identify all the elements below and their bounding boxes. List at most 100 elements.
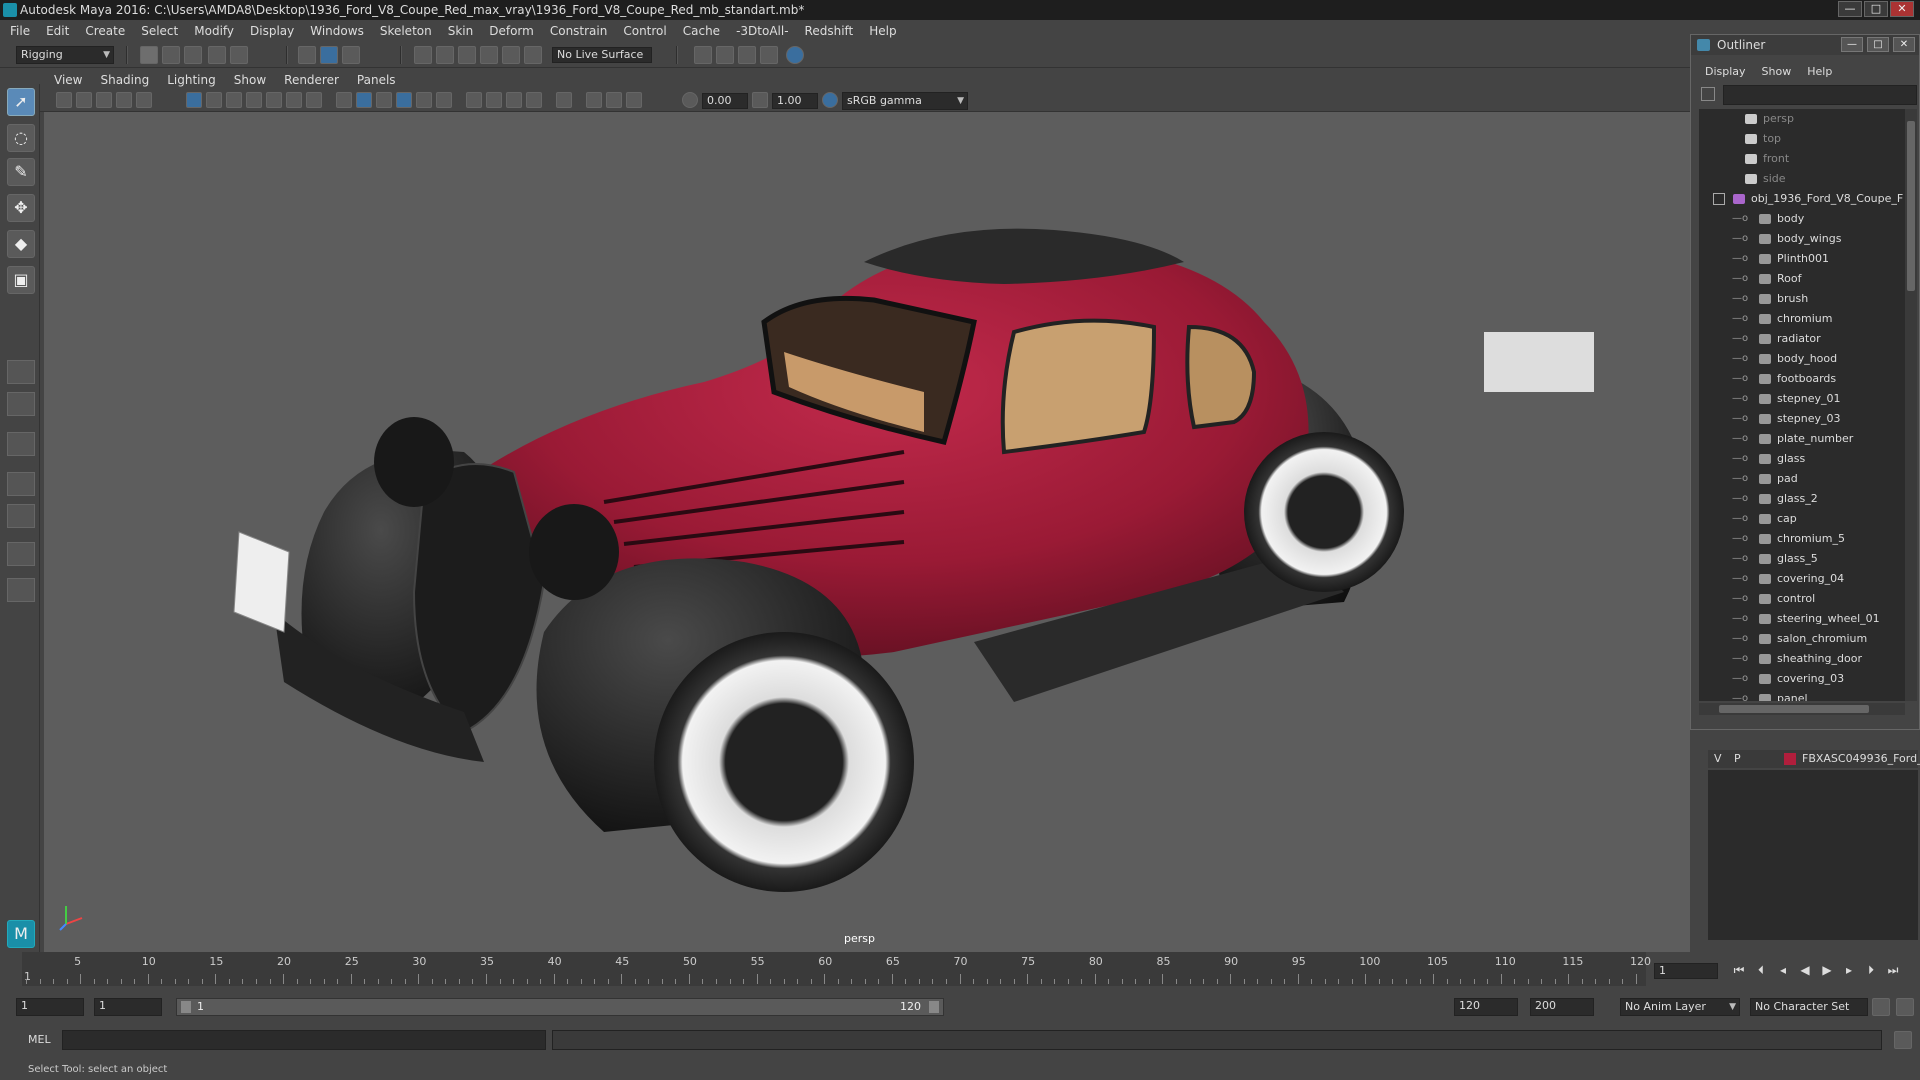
scale-tool-icon[interactable]: ▣ bbox=[7, 266, 35, 294]
menu-control[interactable]: Control bbox=[623, 24, 666, 38]
scroll-thumb[interactable] bbox=[1907, 121, 1915, 291]
gamma-field[interactable]: 1.00 bbox=[772, 93, 818, 109]
save-scene-icon[interactable] bbox=[184, 46, 202, 64]
outliner-item[interactable]: —o brush bbox=[1699, 289, 1905, 309]
outliner-item[interactable]: —o glass bbox=[1699, 449, 1905, 469]
hypershade-layout-icon[interactable] bbox=[7, 504, 35, 528]
menu-display[interactable]: Display bbox=[250, 24, 294, 38]
render-frame-icon[interactable] bbox=[716, 46, 734, 64]
exposure-icon[interactable] bbox=[682, 92, 698, 108]
hypershade-icon[interactable] bbox=[786, 46, 804, 64]
display-layer-row[interactable]: V P FBXASC049936_Ford_V bbox=[1708, 750, 1920, 768]
view-transform-dropdown[interactable]: sRGB gamma ▼ bbox=[842, 92, 968, 110]
rotate-tool-icon[interactable]: ◆ bbox=[7, 230, 35, 258]
outliner-item[interactable]: —o Plinth001 bbox=[1699, 249, 1905, 269]
outliner-item[interactable]: —o covering_03 bbox=[1699, 669, 1905, 689]
outliner-item[interactable]: —o glass_2 bbox=[1699, 489, 1905, 509]
menu-help[interactable]: Help bbox=[869, 24, 896, 38]
close-button[interactable]: ✕ bbox=[1890, 1, 1914, 17]
layer-playback-toggle[interactable]: P bbox=[1734, 752, 1741, 765]
playback-start-field[interactable]: 1 bbox=[94, 998, 162, 1016]
panel-menu-renderer[interactable]: Renderer bbox=[284, 73, 339, 87]
outliner-item[interactable]: side bbox=[1699, 169, 1905, 189]
snap-view-plane-icon[interactable] bbox=[480, 46, 498, 64]
persp-graph-layout-icon[interactable] bbox=[7, 472, 35, 496]
layout-editor-icon[interactable] bbox=[7, 542, 35, 566]
paint-select-tool-icon[interactable]: ✎ bbox=[7, 158, 35, 186]
outliner-vertical-scrollbar[interactable] bbox=[1905, 109, 1917, 701]
maximize-button[interactable]: □ bbox=[1864, 1, 1888, 17]
play-backwards-icon[interactable]: ◀ bbox=[1796, 962, 1814, 978]
isolate-select-icon[interactable] bbox=[556, 92, 572, 108]
menu-set-dropdown[interactable]: Rigging ▼ bbox=[16, 46, 114, 64]
menu-3dtoall[interactable]: -3DtoAll- bbox=[736, 24, 788, 38]
select-tool-icon[interactable]: ➚ bbox=[7, 88, 35, 116]
outliner-close-button[interactable]: ✕ bbox=[1893, 37, 1915, 52]
snap-curve-icon[interactable] bbox=[436, 46, 454, 64]
end-time-field[interactable]: 200 bbox=[1530, 998, 1594, 1016]
menu-skin[interactable]: Skin bbox=[448, 24, 474, 38]
go-to-end-icon[interactable]: ⏭ bbox=[1884, 962, 1902, 978]
outliner-search-input[interactable] bbox=[1723, 85, 1917, 105]
render-settings-icon[interactable] bbox=[694, 46, 712, 64]
outliner-item[interactable]: —o footboards bbox=[1699, 369, 1905, 389]
resolution-gate-icon[interactable] bbox=[226, 92, 242, 108]
screen-space-ao-icon[interactable] bbox=[466, 92, 482, 108]
gate-mask-icon[interactable] bbox=[246, 92, 262, 108]
playback-end-field[interactable]: 120 bbox=[1454, 998, 1518, 1016]
minimize-button[interactable]: — bbox=[1838, 1, 1862, 17]
outliner-minimize-button[interactable]: — bbox=[1841, 37, 1863, 52]
smooth-shade-icon[interactable] bbox=[356, 92, 372, 108]
select-object-icon[interactable] bbox=[320, 46, 338, 64]
layer-visibility-toggle[interactable]: V bbox=[1714, 752, 1722, 765]
xray-active-icon[interactable] bbox=[606, 92, 622, 108]
step-forward-frame-icon[interactable]: ▸ bbox=[1840, 962, 1858, 978]
panel-menu-show[interactable]: Show bbox=[234, 73, 266, 87]
character-set-dropdown[interactable]: No Character Set bbox=[1750, 998, 1868, 1016]
outliner-item[interactable]: —o radiator bbox=[1699, 329, 1905, 349]
menu-constrain[interactable]: Constrain bbox=[550, 24, 608, 38]
panel-menu-shading[interactable]: Shading bbox=[100, 73, 149, 87]
outliner-menu-display[interactable]: Display bbox=[1705, 65, 1746, 78]
auto-key-icon[interactable] bbox=[1872, 998, 1890, 1016]
safe-title-icon[interactable] bbox=[306, 92, 322, 108]
perspective-viewport[interactable]: persp bbox=[44, 112, 1690, 952]
exposure-field[interactable]: 0.00 bbox=[702, 93, 748, 109]
command-input[interactable] bbox=[62, 1030, 546, 1050]
render-view-icon[interactable] bbox=[760, 46, 778, 64]
script-editor-icon[interactable] bbox=[1894, 1031, 1912, 1049]
menu-cache[interactable]: Cache bbox=[683, 24, 720, 38]
use-all-lights-icon[interactable] bbox=[416, 92, 432, 108]
step-forward-key-icon[interactable]: ⏵ bbox=[1862, 962, 1880, 978]
current-frame-field[interactable]: 1 bbox=[1654, 963, 1718, 979]
xray-joints-icon[interactable] bbox=[626, 92, 642, 108]
outliner-item[interactable]: —o chromium_5 bbox=[1699, 529, 1905, 549]
make-live-icon[interactable] bbox=[502, 46, 520, 64]
menu-select[interactable]: Select bbox=[141, 24, 178, 38]
panel-menu-lighting[interactable]: Lighting bbox=[167, 73, 216, 87]
anti-aliasing-icon[interactable] bbox=[506, 92, 522, 108]
outliner-item[interactable]: —o body_wings bbox=[1699, 229, 1905, 249]
outliner-item[interactable]: —o body bbox=[1699, 209, 1905, 229]
outliner-item[interactable]: front bbox=[1699, 149, 1905, 169]
step-back-key-icon[interactable]: ⏴ bbox=[1752, 962, 1770, 978]
filter-icon[interactable] bbox=[1701, 87, 1715, 101]
outliner-item[interactable]: —o panel bbox=[1699, 689, 1905, 701]
outliner-item[interactable]: —o cap bbox=[1699, 509, 1905, 529]
layer-color-swatch[interactable] bbox=[1784, 753, 1796, 765]
more-layouts-icon[interactable] bbox=[7, 578, 35, 602]
film-gate-icon[interactable] bbox=[206, 92, 222, 108]
outliner-item[interactable]: —o Roof bbox=[1699, 269, 1905, 289]
outliner-item[interactable]: persp bbox=[1699, 109, 1905, 129]
range-slider-bar[interactable]: 1 120 bbox=[176, 998, 944, 1016]
menu-modify[interactable]: Modify bbox=[194, 24, 234, 38]
select-camera-icon[interactable] bbox=[56, 92, 72, 108]
bookmark-icon[interactable] bbox=[96, 92, 112, 108]
select-hierarchy-icon[interactable] bbox=[298, 46, 316, 64]
four-view-layout-icon[interactable] bbox=[7, 392, 35, 416]
outliner-item[interactable]: —o stepney_01 bbox=[1699, 389, 1905, 409]
snap-grid-icon[interactable] bbox=[414, 46, 432, 64]
anim-layer-dropdown[interactable]: No Anim Layer ▼ bbox=[1620, 998, 1740, 1016]
outliner-item[interactable]: top bbox=[1699, 129, 1905, 149]
menu-create[interactable]: Create bbox=[85, 24, 125, 38]
